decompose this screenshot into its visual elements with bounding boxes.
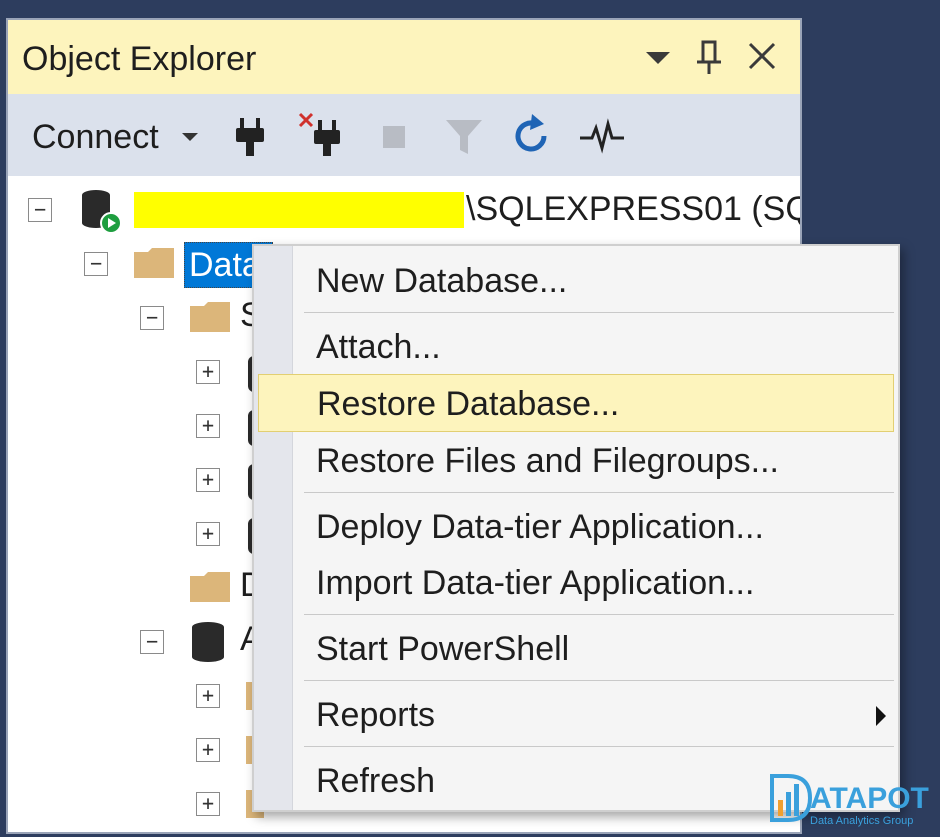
expand-icon[interactable]: +	[196, 522, 220, 546]
collapse-icon[interactable]: −	[28, 198, 52, 222]
pin-icon[interactable]	[688, 34, 732, 80]
menu-item-attach[interactable]: Attach...	[258, 320, 894, 374]
folder-icon	[190, 572, 230, 602]
svg-text:Data Analytics Group: Data Analytics Group	[810, 815, 913, 827]
menu-item-label: Import Data-tier Application...	[316, 564, 755, 602]
menu-item-label: New Database...	[316, 262, 568, 300]
connect-button[interactable]: Connect	[32, 118, 159, 157]
menu-item-label: Restore Files and Filegroups...	[316, 442, 779, 480]
menu-item-new-database[interactable]: New Database...	[258, 254, 894, 308]
title-bar: Object Explorer	[8, 20, 800, 95]
menu-item-label: Deploy Data-tier Application...	[316, 508, 764, 546]
folder-icon	[134, 248, 174, 278]
connect-plug-icon[interactable]	[226, 112, 274, 160]
expand-icon[interactable]: +	[196, 792, 220, 816]
datapot-logo-mark: ATAPOT Data Analytics Group	[770, 774, 929, 827]
expand-icon[interactable]: +	[196, 468, 220, 492]
toolbar: Connect	[8, 94, 800, 176]
tree-node-server[interactable]: − \SQLEXPRESS01 (SQL	[8, 186, 802, 234]
menu-separator	[304, 614, 894, 615]
activity-monitor-icon[interactable]	[578, 112, 626, 160]
menu-separator	[304, 492, 894, 493]
panel-title: Object Explorer	[22, 40, 257, 78]
menu-separator	[304, 680, 894, 681]
expand-icon[interactable]: +	[196, 360, 220, 384]
menu-item-label: Restore Database...	[317, 385, 620, 423]
context-menu: New Database... Attach... Restore Databa…	[252, 244, 900, 812]
stop-icon[interactable]	[370, 112, 418, 160]
server-icon	[82, 190, 122, 234]
menu-item-reports[interactable]: Reports	[258, 688, 894, 742]
tree-node-folder[interactable]: +	[8, 830, 308, 832]
menu-item-restore-database[interactable]: Restore Database...	[258, 374, 894, 432]
connect-dropdown-icon[interactable]	[180, 130, 200, 144]
expand-icon[interactable]: +	[196, 414, 220, 438]
menu-item-label: Refresh	[316, 762, 436, 800]
submenu-arrow-icon	[876, 706, 886, 726]
menu-item-import-data-tier[interactable]: Import Data-tier Application...	[258, 556, 894, 610]
collapse-icon[interactable]: −	[140, 630, 164, 654]
collapse-icon[interactable]: −	[84, 252, 108, 276]
refresh-icon[interactable]	[508, 112, 556, 160]
folder-icon	[190, 302, 230, 332]
menu-item-restore-files-filegroups[interactable]: Restore Files and Filegroups...	[258, 434, 894, 488]
datapot-logo: ATAPOT Data Analytics Group	[770, 772, 938, 832]
filter-icon[interactable]	[440, 112, 488, 160]
redacted-server-name	[134, 192, 464, 228]
collapse-icon[interactable]: −	[140, 306, 164, 330]
disconnect-plug-icon[interactable]	[298, 112, 346, 160]
expand-icon[interactable]: +	[196, 738, 220, 762]
dropdown-icon[interactable]	[636, 34, 680, 80]
close-icon[interactable]	[740, 34, 784, 80]
expand-icon[interactable]: +	[196, 684, 220, 708]
menu-item-label: Attach...	[316, 328, 441, 366]
server-name-label: \SQLEXPRESS01 (SQL	[466, 190, 802, 228]
menu-item-start-powershell[interactable]: Start PowerShell	[258, 622, 894, 676]
database-icon	[192, 622, 224, 662]
menu-separator	[304, 746, 894, 747]
menu-item-label: Reports	[316, 696, 436, 734]
menu-separator	[304, 312, 894, 313]
svg-text:ATAPOT: ATAPOT	[810, 782, 929, 815]
menu-item-deploy-data-tier[interactable]: Deploy Data-tier Application...	[258, 500, 894, 554]
menu-item-label: Start PowerShell	[316, 630, 570, 668]
